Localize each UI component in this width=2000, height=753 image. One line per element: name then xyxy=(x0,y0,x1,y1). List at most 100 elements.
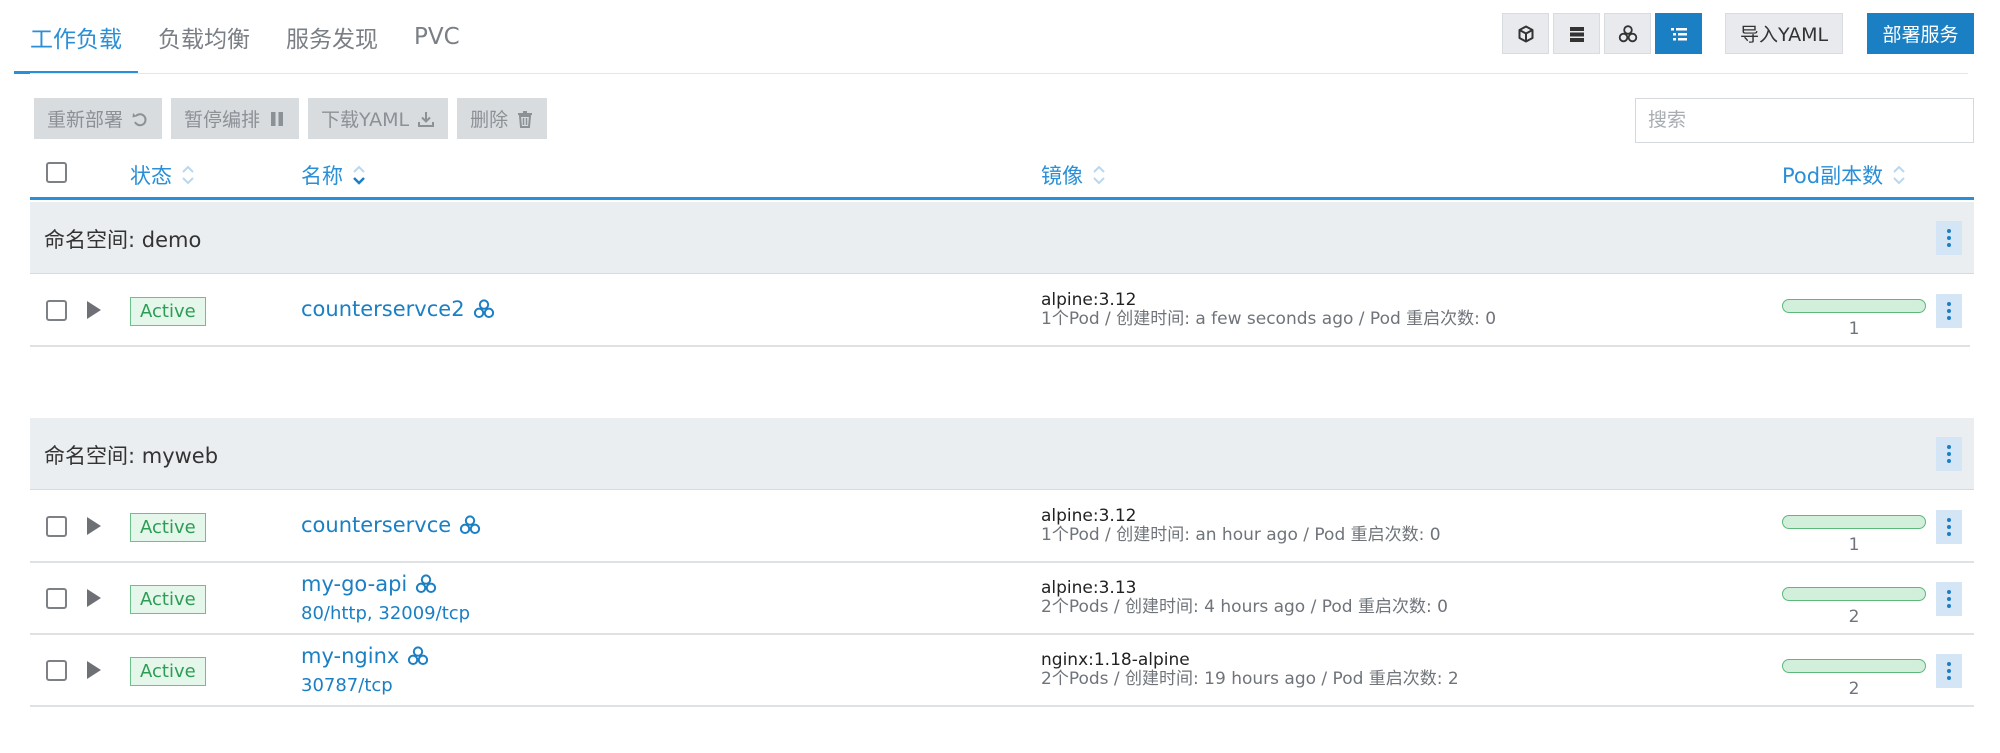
sort-icon xyxy=(182,165,194,185)
pause-orchestration-button[interactable]: 暂停编排 xyxy=(171,98,300,139)
namespace-menu-button[interactable] xyxy=(1936,221,1962,255)
list-icon xyxy=(1670,27,1687,40)
tabs-divider xyxy=(30,73,1968,74)
redo-icon xyxy=(132,112,147,126)
workload-name: counterservce xyxy=(301,513,452,537)
nodes-icon xyxy=(460,515,481,535)
port-link[interactable]: 32009/tcp xyxy=(378,603,470,624)
status-badge: Active xyxy=(130,297,206,326)
sort-icon xyxy=(1093,165,1105,185)
workload-name-link[interactable]: my-nginx xyxy=(301,644,429,668)
workload-name-link[interactable]: my-go-api xyxy=(301,572,437,596)
column-image-label: 镜像 xyxy=(1041,164,1083,188)
workload-name: my-nginx xyxy=(301,644,400,668)
column-image[interactable]: 镜像 xyxy=(1041,160,1106,190)
view-toggle-group xyxy=(1502,13,1706,54)
import-yaml-button[interactable]: 导入YAML xyxy=(1725,13,1843,54)
namespace-label: 命名空间: demo xyxy=(44,228,202,252)
column-state-label: 状态 xyxy=(130,164,172,188)
trash-icon xyxy=(518,110,533,128)
download-yaml-button[interactable]: 下载YAML xyxy=(308,98,449,139)
cube-view-button[interactable] xyxy=(1502,13,1549,54)
tab-workloads[interactable]: 工作负载 xyxy=(14,0,138,74)
row-checkbox[interactable] xyxy=(46,588,67,609)
port-link[interactable]: 80/http xyxy=(301,603,367,624)
port-links: 30787/tcp xyxy=(301,675,393,696)
namespace-group-demo: 命名空间: demo xyxy=(30,202,1974,274)
column-pods-label: Pod副本数 xyxy=(1782,164,1884,188)
image-name: nginx:1.18-alpine xyxy=(1041,650,1190,670)
bulk-actions: 重新部署 暂停编排 下载YAML 删除 xyxy=(34,98,556,139)
deploy-service-button[interactable]: 部署服务 xyxy=(1867,13,1974,54)
table-row: Active counterservce2 alpine:3.12 1个Pod … xyxy=(30,275,1970,347)
row-menu-button[interactable] xyxy=(1936,654,1962,688)
row-checkbox[interactable] xyxy=(46,516,67,537)
status-badge: Active xyxy=(130,585,206,614)
download-label: 下载YAML xyxy=(321,109,410,131)
nodes-icon xyxy=(408,646,429,666)
download-icon xyxy=(418,111,435,127)
column-name[interactable]: 名称 xyxy=(301,160,366,190)
column-pod-replicas[interactable]: Pod副本数 xyxy=(1782,160,1906,190)
pod-replica-bar xyxy=(1782,515,1926,529)
image-name: alpine:3.13 xyxy=(1041,578,1137,598)
port-links: 80/http, 32009/tcp xyxy=(301,603,471,624)
search-input[interactable] xyxy=(1635,98,1974,143)
row-menu-button[interactable] xyxy=(1936,582,1962,616)
nodes-icon xyxy=(473,299,494,319)
pause-label: 暂停编排 xyxy=(184,109,261,131)
pod-replica-count: 1 xyxy=(1848,319,1860,339)
pod-replica-bar xyxy=(1782,587,1926,601)
pod-replica-bar xyxy=(1782,659,1926,673)
nodes-icon xyxy=(416,574,437,594)
workload-meta: 1个Pod / 创建时间: an hour ago / Pod 重启次数: 0 xyxy=(1041,525,1441,545)
table-row: Active counterservce alpine:3.12 1个Pod /… xyxy=(30,491,1974,563)
image-name: alpine:3.12 xyxy=(1041,290,1137,310)
row-checkbox[interactable] xyxy=(46,660,67,681)
expand-row-toggle[interactable] xyxy=(87,517,101,535)
tab-load-balancing[interactable]: 负载均衡 xyxy=(158,0,250,74)
row-checkbox[interactable] xyxy=(46,300,67,321)
pod-replica-count: 1 xyxy=(1848,535,1860,555)
status-badge: Active xyxy=(130,513,206,542)
expand-row-toggle[interactable] xyxy=(87,301,101,319)
workload-name: my-go-api xyxy=(301,572,408,596)
image-name: alpine:3.12 xyxy=(1041,506,1137,526)
workload-meta: 2个Pods / 创建时间: 4 hours ago / Pod 重启次数: 0 xyxy=(1041,597,1448,617)
redeploy-button[interactable]: 重新部署 xyxy=(34,98,163,139)
server-view-button[interactable] xyxy=(1553,13,1600,54)
workload-meta: 1个Pod / 创建时间: a few seconds ago / Pod 重启… xyxy=(1041,309,1497,329)
sort-ascending-icon xyxy=(353,165,365,185)
workload-name: counterservce2 xyxy=(301,297,465,321)
pod-replica-bar xyxy=(1782,299,1926,313)
column-state[interactable]: 状态 xyxy=(130,160,195,190)
port-link[interactable]: 30787/tcp xyxy=(301,675,393,696)
workload-name-link[interactable]: counterservce xyxy=(301,513,481,537)
list-view-button[interactable] xyxy=(1655,13,1702,54)
table-header: 状态 名称 镜像 Pod副本数 xyxy=(30,150,1974,200)
status-badge: Active xyxy=(130,657,206,686)
nodes-icon xyxy=(1618,24,1637,42)
workload-name-link[interactable]: counterservce2 xyxy=(301,297,495,321)
delete-button[interactable]: 删除 xyxy=(457,98,548,139)
select-all-checkbox[interactable] xyxy=(46,162,67,183)
tab-service-discovery[interactable]: 服务发现 xyxy=(286,0,378,74)
nodes-view-button[interactable] xyxy=(1604,13,1651,54)
pod-replica-count: 2 xyxy=(1848,607,1860,627)
server-stack-icon xyxy=(1569,26,1584,42)
expand-row-toggle[interactable] xyxy=(87,661,101,679)
table-row: Active my-go-api 80/http, 32009/tcp alpi… xyxy=(30,563,1974,635)
pod-replica-count: 2 xyxy=(1848,679,1860,699)
table-row: Active my-nginx 30787/tcp nginx:1.18-alp… xyxy=(30,635,1974,707)
tab-pvc[interactable]: PVC xyxy=(414,0,460,74)
namespace-group-myweb: 命名空间: myweb xyxy=(30,418,1974,490)
namespace-label: 命名空间: myweb xyxy=(44,444,219,468)
sort-icon xyxy=(1893,165,1905,185)
row-menu-button[interactable] xyxy=(1936,294,1962,328)
namespace-menu-button[interactable] xyxy=(1936,437,1962,471)
workload-tabs: 工作负载 负载均衡 服务发现 PVC xyxy=(14,0,496,74)
delete-label: 删除 xyxy=(470,109,509,131)
row-menu-button[interactable] xyxy=(1936,510,1962,544)
expand-row-toggle[interactable] xyxy=(87,589,101,607)
column-name-label: 名称 xyxy=(301,164,343,188)
